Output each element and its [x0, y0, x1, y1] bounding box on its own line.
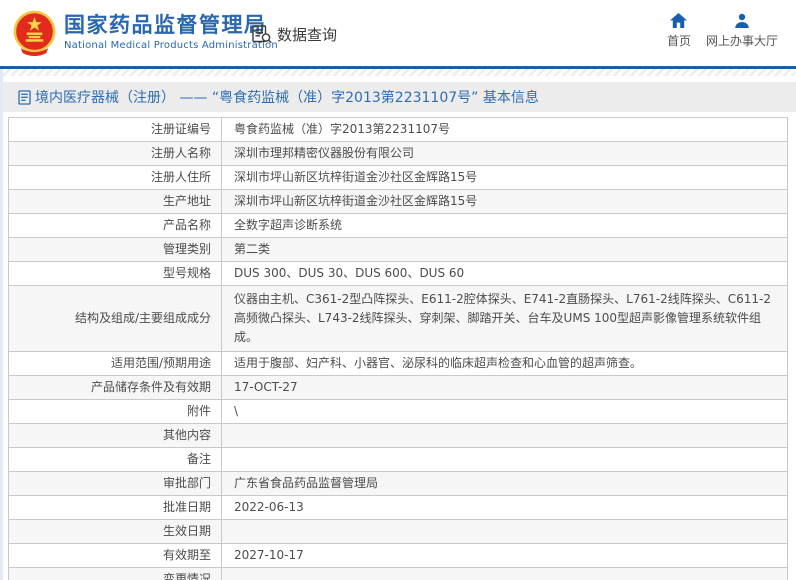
data-query-label: 数据查询 — [277, 26, 338, 44]
table-row-other-content: 其他内容 — [9, 424, 787, 448]
header-nav: 首页 网上办事大厅 — [667, 13, 778, 49]
nav-service-hall[interactable]: 网上办事大厅 — [706, 13, 778, 49]
table-row-registrant-address: 注册人住所 深圳市坪山新区坑梓街道金沙社区金辉路15号 — [9, 166, 787, 190]
registration-info-table: 注册证编号 粤食药监械（准）字2013第2231107号 注册人名称 深圳市理邦… — [8, 117, 788, 580]
row-label: 适用范围/预期用途 — [9, 352, 222, 375]
breadcrumb-text: 境内医疗器械（注册） —— “粤食药监械（准）字2013第2231107号” 基… — [35, 90, 539, 106]
nav-service-hall-label: 网上办事大厅 — [705, 34, 778, 48]
row-label: 批准日期 — [9, 496, 222, 519]
table-row-composition: 结构及组成/主要组成成分 仪器由主机、C361-2型凸阵探头、E611-2腔体探… — [9, 286, 787, 352]
row-value — [222, 520, 787, 543]
row-value: 深圳市坪山新区坑梓街道金沙社区金辉路15号 — [234, 194, 478, 208]
table-row-registration-number: 注册证编号 粤食药监械（准）字2013第2231107号 — [9, 118, 787, 142]
row-label: 注册证编号 — [9, 118, 222, 141]
row-label: 生产地址 — [9, 190, 222, 213]
row-label: 产品储存条件及有效期 — [9, 376, 222, 399]
hatch-strip — [0, 69, 796, 76]
row-label: 管理类别 — [9, 238, 222, 261]
row-label: 产品名称 — [9, 214, 222, 237]
row-value: 深圳市坪山新区坑梓街道金沙社区金辉路15号 — [234, 170, 478, 184]
row-value: 仪器由主机、C361-2型凸阵探头、E611-2腔体探头、E741-2直肠探头、… — [234, 292, 771, 344]
breadcrumb: 境内医疗器械（注册） —— “粤食药监械（准）字2013第2231107号” 基… — [3, 82, 796, 112]
row-value: 深圳市理邦精密仪器股份有限公司 — [234, 146, 415, 160]
site-subtitle: National Medical Products Administration — [64, 40, 278, 51]
row-label: 有效期至 — [9, 544, 222, 567]
table-row-storage-validity: 产品储存条件及有效期 17-OCT-27 — [9, 376, 787, 400]
site-title-block: 国家药品监督管理局 National Medical Products Admi… — [64, 12, 278, 51]
row-value: 广东省食品药品监督管理局 — [234, 476, 379, 490]
table-row-change-status: 变更情况 — [9, 568, 787, 580]
site-header: 国家药品监督管理局 National Medical Products Admi… — [0, 0, 796, 66]
table-row-product-name: 产品名称 全数字超声诊断系统 — [9, 214, 787, 238]
row-value: 全数字超声诊断系统 — [234, 218, 343, 232]
row-label: 结构及组成/主要组成成分 — [9, 286, 222, 351]
row-value: 17-OCT-27 — [234, 380, 298, 394]
document-search-icon — [252, 25, 272, 44]
data-query-tab[interactable]: 数据查询 — [252, 24, 337, 45]
page-left-strip — [0, 69, 3, 580]
table-row-effective-date: 生效日期 — [9, 520, 787, 544]
row-label: 变更情况 — [9, 568, 222, 580]
row-label: 型号规格 — [9, 262, 222, 285]
row-value — [222, 448, 787, 471]
table-row-approval-date: 批准日期 2022-06-13 — [9, 496, 787, 520]
row-value: DUS 300、DUS 30、DUS 600、DUS 60 — [234, 266, 465, 280]
table-row-approval-department: 审批部门 广东省食品药品监督管理局 — [9, 472, 787, 496]
person-icon — [735, 13, 749, 28]
row-label: 审批部门 — [9, 472, 222, 495]
table-row-intended-use: 适用范围/预期用途 适用于腹部、妇产科、小器官、泌尿科的临床超声检查和心血管的超… — [9, 352, 787, 376]
table-row-registrant-name: 注册人名称 深圳市理邦精密仪器股份有限公司 — [9, 142, 787, 166]
site-title: 国家药品监督管理局 — [64, 13, 267, 37]
table-row-model-spec: 型号规格 DUS 300、DUS 30、DUS 600、DUS 60 — [9, 262, 787, 286]
row-label: 注册人名称 — [9, 142, 222, 165]
nav-home[interactable]: 首页 — [667, 13, 691, 49]
row-value — [222, 568, 787, 580]
table-row-expiry-date: 有效期至 2027-10-17 — [9, 544, 787, 568]
row-label: 生效日期 — [9, 520, 222, 543]
table-row-production-address: 生产地址 深圳市坪山新区坑梓街道金沙社区金辉路15号 — [9, 190, 787, 214]
table-row-management-class: 管理类别 第二类 — [9, 238, 787, 262]
row-value: \ — [234, 404, 239, 418]
row-value: 适用于腹部、妇产科、小器官、泌尿科的临床超声检查和心血管的超声筛查。 — [234, 356, 643, 370]
row-label: 注册人住所 — [9, 166, 222, 189]
table-row-attachment: 附件 \ — [9, 400, 787, 424]
table-row-remark: 备注 — [9, 448, 787, 472]
row-value — [222, 424, 787, 447]
row-value: 第二类 — [234, 242, 271, 256]
row-value: 2027-10-17 — [234, 548, 304, 562]
national-emblem-logo — [13, 10, 56, 57]
row-value: 2022-06-13 — [234, 500, 304, 514]
home-icon — [670, 13, 688, 28]
row-value: 粤食药监械（准）字2013第2231107号 — [234, 122, 450, 136]
row-label: 其他内容 — [9, 424, 222, 447]
row-label: 附件 — [9, 400, 222, 423]
document-icon — [18, 89, 31, 105]
nav-home-label: 首页 — [666, 34, 691, 48]
row-label: 备注 — [9, 448, 222, 471]
